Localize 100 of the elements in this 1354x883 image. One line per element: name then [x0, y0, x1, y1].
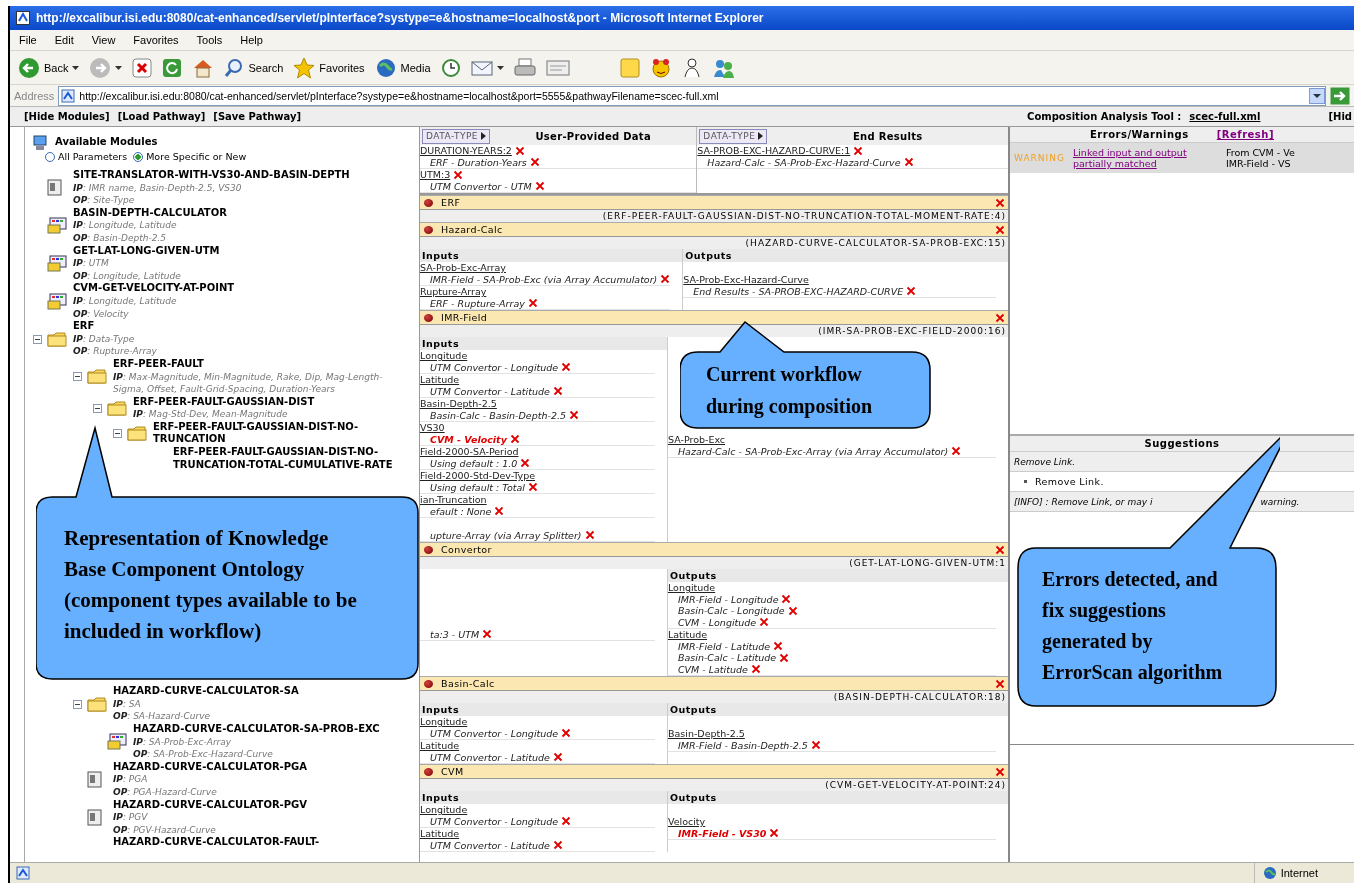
port-link[interactable]: Basin-Depth-2.5	[420, 398, 497, 410]
toolbar-link[interactable]: [Hid	[1328, 111, 1352, 122]
delete-icon[interactable]	[561, 728, 572, 739]
delete-icon[interactable]	[995, 544, 1005, 555]
radio-option[interactable]: More Specific or New	[133, 149, 247, 165]
module-type-name[interactable]: HAZARD-CURVE-CALCULATOR-SA	[113, 685, 403, 698]
delete-icon[interactable]	[750, 664, 761, 675]
collapse-toggle-icon[interactable]	[73, 372, 82, 382]
delete-icon[interactable]	[552, 752, 563, 763]
suggestion-text[interactable]: Remove Link.	[1035, 476, 1104, 487]
module-header-bar[interactable]: Basin-Calc	[420, 676, 1008, 691]
delete-icon[interactable]	[529, 157, 540, 168]
delete-icon[interactable]	[773, 641, 784, 652]
data-type-button[interactable]: DATA-TYPE	[422, 128, 491, 144]
refresh-link[interactable]: [Refresh]	[1216, 129, 1274, 140]
delete-icon[interactable]	[520, 458, 531, 469]
module-type-name[interactable]: ERF-PEER-FAULT-GAUSSIAN-DIST	[133, 395, 403, 409]
delete-icon[interactable]	[995, 312, 1005, 323]
collapse-toggle-icon[interactable]	[33, 334, 42, 344]
port-link[interactable]: Velocity	[667, 816, 706, 828]
data-item-link[interactable]: SA-PROB-EXC-HAZARD-CURVE:1	[697, 145, 851, 157]
module-type-name[interactable]: CVM-GET-VELOCITY-AT-POINT	[73, 282, 403, 295]
toolbar-button[interactable]: Back	[14, 54, 84, 81]
delete-icon[interactable]	[660, 274, 671, 285]
delete-icon[interactable]	[527, 298, 538, 309]
module-header-bar[interactable]: Hazard-Calc	[420, 222, 1008, 237]
module-type-name[interactable]: HAZARD-CURVE-CALCULATOR-PGV	[113, 798, 403, 812]
delete-icon[interactable]	[995, 197, 1005, 208]
collapse-toggle-icon[interactable]	[113, 428, 122, 438]
port-link[interactable]: SA-Prob-Exc-Array	[420, 262, 506, 274]
file-link[interactable]: scec-full.xml	[1189, 111, 1261, 122]
delete-icon[interactable]	[787, 605, 798, 616]
toolbar-button[interactable]: Media	[370, 54, 435, 81]
delete-icon[interactable]	[534, 181, 545, 192]
port-link[interactable]: Longitude	[420, 804, 468, 816]
module-type-name[interactable]: BASIN-DEPTH-CALCULATOR	[73, 206, 403, 220]
port-link[interactable]: VS30	[420, 422, 445, 434]
port-link[interactable]: Longitude	[420, 716, 468, 728]
toolbar-button[interactable]: Search	[220, 55, 288, 80]
delete-icon[interactable]	[482, 629, 493, 640]
delete-icon[interactable]	[906, 286, 917, 297]
toolbar-link[interactable]: [Load Pathway]	[117, 111, 206, 122]
module-type-name[interactable]: HAZARD-CURVE-CALCULATOR-FAULT-	[113, 836, 403, 849]
toolbar-button[interactable]: Favorites	[289, 54, 369, 81]
delete-icon[interactable]	[569, 410, 579, 421]
collapse-toggle-icon[interactable]	[73, 699, 82, 709]
collapse-toggle-icon[interactable]	[93, 403, 102, 413]
delete-icon[interactable]	[995, 224, 1005, 235]
menu-item[interactable]: Edit	[45, 34, 83, 46]
delete-icon[interactable]	[552, 840, 563, 851]
port-link[interactable]: Latitude	[420, 374, 460, 386]
menu-item[interactable]: View	[82, 34, 125, 46]
delete-icon[interactable]	[995, 766, 1005, 777]
delete-icon[interactable]	[759, 617, 770, 628]
delete-icon[interactable]	[779, 652, 790, 663]
delete-icon[interactable]	[453, 169, 464, 180]
menu-item[interactable]: Help	[231, 34, 272, 46]
data-item-link[interactable]: UTM:3	[420, 169, 451, 181]
delete-icon[interactable]	[810, 740, 821, 751]
delete-icon[interactable]	[951, 446, 962, 457]
port-link[interactable]: Latitude	[667, 629, 708, 641]
delete-icon[interactable]	[995, 678, 1005, 689]
module-header-bar[interactable]: CVM	[420, 764, 1008, 779]
port-link[interactable]: SA-Prob-Exc-Hazard-Curve	[683, 274, 809, 286]
delete-icon[interactable]	[509, 434, 520, 445]
port-link[interactable]: Basin-Depth-2.5	[667, 728, 745, 740]
port-link[interactable]: Longitude	[420, 350, 468, 362]
module-header-bar[interactable]: Convertor	[420, 542, 1008, 557]
module-type-name[interactable]: HAZARD-CURVE-CALCULATOR-SA-PROB-EXC	[133, 723, 403, 736]
delete-icon[interactable]	[494, 506, 505, 517]
port-link[interactable]: Rupture-Array	[420, 286, 487, 298]
radio-option[interactable]: All Parameters	[45, 149, 128, 165]
delete-icon[interactable]	[584, 530, 595, 541]
port-link[interactable]: Field-2000-Std-Dev-Type	[420, 470, 536, 482]
address-field[interactable]: http://excalibur.isi.edu:8080/cat-enhanced/servlet/pInterface?systype=e&hostname=localhost&port=5555&pathwayFilename=scec-full.xml	[58, 85, 1326, 106]
delete-icon[interactable]	[781, 594, 792, 605]
delete-icon[interactable]	[903, 157, 914, 168]
port-link[interactable]: Longitude	[667, 582, 716, 594]
module-type-name[interactable]: HAZARD-CURVE-CALCULATOR-PGA	[113, 760, 403, 774]
radio-button[interactable]	[133, 152, 144, 162]
menu-item[interactable]: Favorites	[124, 34, 188, 46]
port-link[interactable]: ian-Truncation	[420, 494, 487, 506]
port-link[interactable]: Field-2000-SA-Period	[420, 446, 519, 458]
radio-button[interactable]	[45, 152, 55, 162]
module-type-name[interactable]: ERF-PEER-FAULT-GAUSSIAN-DIST-NO-TRUNCATION-TOTAL-CUMULATIVE-RATE	[173, 446, 403, 472]
data-item-link[interactable]: DURATION-YEARS:2	[420, 145, 512, 157]
delete-icon[interactable]	[853, 145, 864, 156]
toolbar-link[interactable]: [Save Pathway]	[213, 111, 302, 122]
module-header-bar[interactable]: IMR-Field	[420, 310, 1008, 325]
port-link[interactable]: SA-Prob-Exc	[667, 434, 726, 446]
module-type-name[interactable]: ERF-PEER-FAULT-GAUSSIAN-DIST-NO-TRUNCATION	[153, 420, 403, 447]
message-link[interactable]: Linked input and output partially matched	[1072, 147, 1218, 169]
delete-icon[interactable]	[527, 482, 538, 493]
port-link[interactable]: Latitude	[420, 740, 460, 752]
module-type-name[interactable]: ERF	[73, 320, 403, 333]
port-link[interactable]: Latitude	[420, 828, 460, 840]
toolbar-link[interactable]: [Hide Modules]	[24, 111, 110, 122]
delete-icon[interactable]	[561, 816, 572, 827]
delete-icon[interactable]	[769, 828, 780, 839]
module-type-name[interactable]: GET-LAT-LONG-GIVEN-UTM	[73, 244, 403, 258]
